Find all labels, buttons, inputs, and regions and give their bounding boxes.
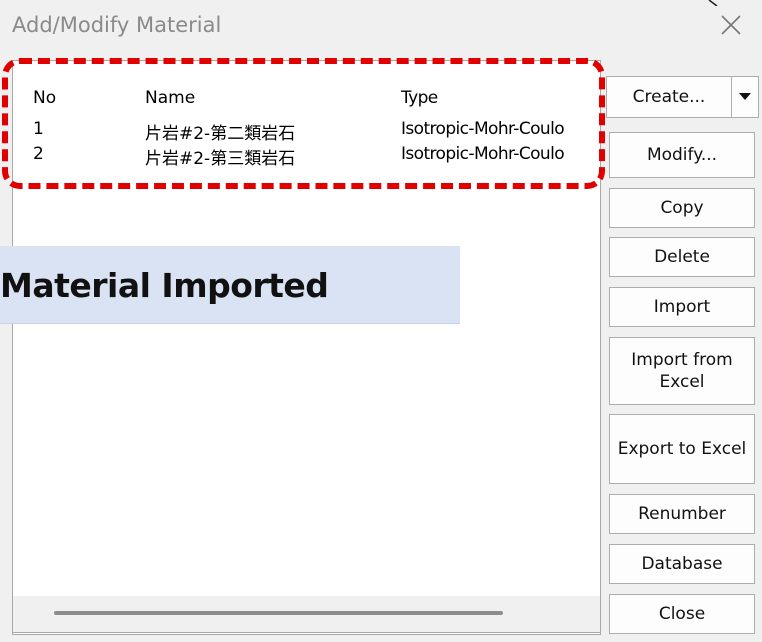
banner-text: Material Imported [0,266,329,305]
material-list[interactable]: No Name Type 1 片岩#2-第二類岩石 Isotropic-Mohr… [12,60,601,635]
column-header-no[interactable]: No [33,88,56,108]
annotation-banner: Material Imported [0,246,460,324]
modify-button[interactable]: Modify... [609,132,755,178]
delete-button[interactable]: Delete [609,237,755,277]
row-2-name[interactable]: 片岩#2-第三類岩石 [145,144,295,169]
close-icon[interactable] [718,12,744,38]
row-2-no[interactable]: 2 [33,144,44,164]
window-title: Add/Modify Material [12,13,222,37]
row-1-name[interactable]: 片岩#2-第二類岩石 [145,119,295,144]
renumber-button[interactable]: Renumber [609,494,755,534]
column-header-name[interactable]: Name [145,88,195,108]
row-1-type[interactable]: Isotropic-Mohr-Coulo [401,119,565,139]
column-header-type[interactable]: Type [401,88,438,108]
export-to-excel-button[interactable]: Export to Excel [609,414,755,484]
row-2-type[interactable]: Isotropic-Mohr-Coulo [401,144,565,164]
row-1-no[interactable]: 1 [33,119,44,139]
import-from-excel-button[interactable]: Import from Excel [609,337,755,405]
create-dropdown-button[interactable] [731,76,759,118]
import-button[interactable]: Import [609,287,755,327]
top-edge-mark-icon [708,0,718,6]
horizontal-scrollbar[interactable] [12,596,601,633]
triangle-down-icon [739,93,751,100]
close-button[interactable]: Close [609,594,755,634]
title-bar: Add/Modify Material [0,0,762,50]
create-button[interactable]: Create... [606,76,732,118]
copy-button[interactable]: Copy [609,188,755,228]
scrollbar-thumb[interactable] [54,611,503,615]
database-button[interactable]: Database [609,544,755,584]
